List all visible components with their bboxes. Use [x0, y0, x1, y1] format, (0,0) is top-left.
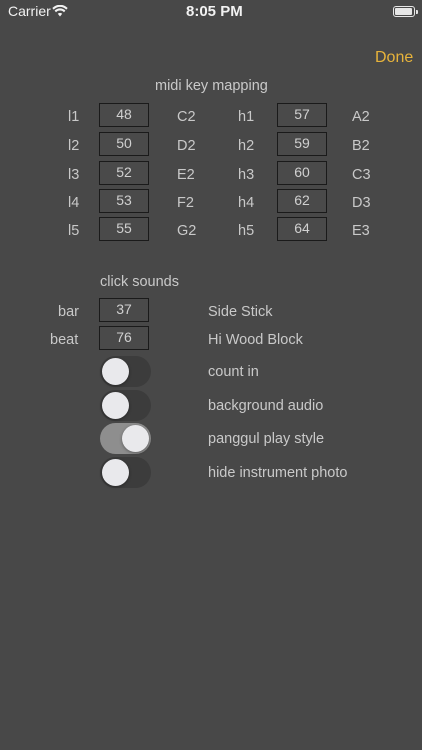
low-key-label: l3 — [68, 167, 80, 183]
high-key-field[interactable]: 62 — [277, 189, 327, 213]
panggul-play-style-toggle[interactable] — [100, 423, 151, 454]
low-note-label: C2 — [177, 109, 196, 125]
midi-section-title: midi key mapping — [155, 78, 268, 94]
count-in-toggle[interactable] — [100, 356, 151, 387]
bar-label: bar — [58, 304, 79, 320]
high-note-label: D3 — [352, 195, 371, 211]
battery-icon — [393, 6, 418, 17]
low-key-label: l1 — [68, 109, 80, 125]
high-key-field[interactable]: 60 — [277, 161, 327, 185]
high-key-label: h4 — [238, 195, 255, 211]
high-key-label: h3 — [238, 167, 255, 183]
high-note-label: E3 — [352, 223, 370, 239]
low-key-label: l5 — [68, 223, 80, 239]
carrier-label: Carrier — [8, 3, 51, 19]
hide-instrument-photo-label: hide instrument photo — [208, 465, 348, 481]
click-sounds-title: click sounds — [100, 274, 179, 290]
beat-label: beat — [50, 332, 79, 348]
hide-instrument-photo-toggle[interactable] — [100, 457, 151, 488]
low-note-label: D2 — [177, 138, 196, 154]
bar-sound-field[interactable]: 37 — [99, 298, 149, 322]
high-key-label: h5 — [238, 223, 255, 239]
high-key-field[interactable]: 64 — [277, 217, 327, 241]
low-key-field[interactable]: 55 — [99, 217, 149, 241]
high-key-label: h1 — [238, 109, 255, 125]
high-note-label: B2 — [352, 138, 370, 154]
high-note-label: A2 — [352, 109, 370, 125]
status-time: 8:05 PM — [186, 3, 243, 20]
low-key-field[interactable]: 52 — [99, 161, 149, 185]
low-key-field[interactable]: 48 — [99, 103, 149, 127]
wifi-icon — [52, 4, 68, 20]
high-key-field[interactable]: 57 — [277, 103, 327, 127]
low-key-field[interactable]: 53 — [99, 189, 149, 213]
count-in-label: count in — [208, 364, 259, 380]
high-key-field[interactable]: 59 — [277, 132, 327, 156]
low-note-label: F2 — [177, 195, 194, 211]
panggul-play-style-label: panggul play style — [208, 431, 325, 447]
low-key-field[interactable]: 50 — [99, 132, 149, 156]
beat-sound-field[interactable]: 76 — [99, 326, 149, 350]
high-key-label: h2 — [238, 138, 255, 154]
beat-sound-name: Hi Wood Block — [208, 332, 303, 348]
low-note-label: E2 — [177, 167, 195, 183]
low-note-label: G2 — [177, 223, 197, 239]
background-audio-toggle[interactable] — [100, 390, 151, 421]
low-key-label: l4 — [68, 195, 80, 211]
background-audio-label: background audio — [208, 398, 324, 414]
low-key-label: l2 — [68, 138, 80, 154]
status-bar: Carrier 8:05 PM — [0, 0, 422, 22]
high-note-label: C3 — [352, 167, 371, 183]
bar-sound-name: Side Stick — [208, 304, 273, 320]
done-button[interactable]: Done — [375, 49, 413, 67]
